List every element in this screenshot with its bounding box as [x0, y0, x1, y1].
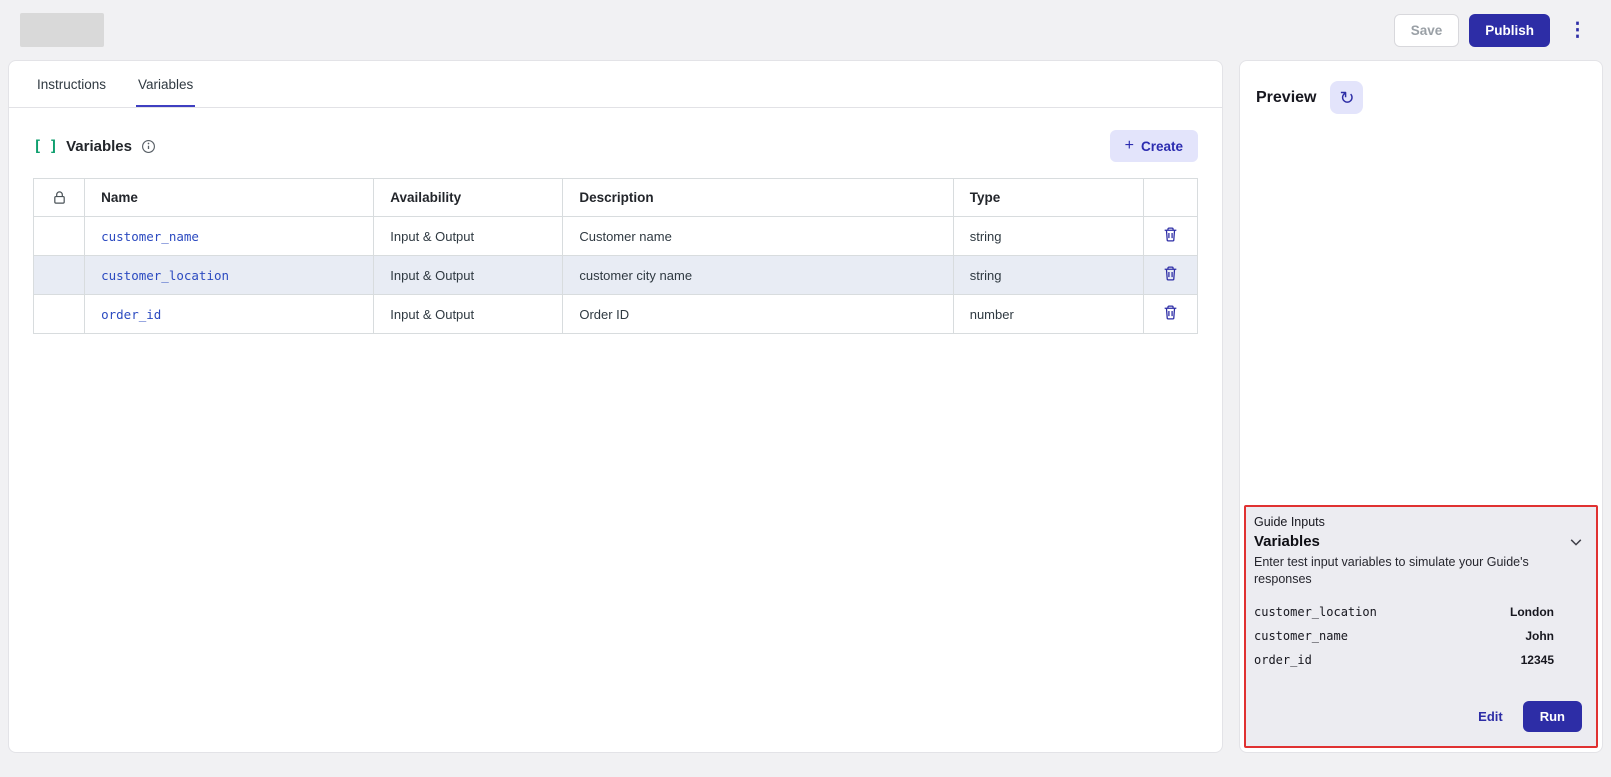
column-header-name: Name	[85, 179, 374, 217]
edit-link[interactable]: Edit	[1478, 709, 1503, 724]
type-cell: string	[953, 256, 1143, 295]
chevron-down-icon[interactable]	[1568, 534, 1588, 550]
availability-cell: Input & Output	[374, 256, 563, 295]
field-key: order_id	[1254, 653, 1312, 667]
tab-instructions[interactable]: Instructions	[35, 61, 108, 107]
delete-variable-button[interactable]	[1160, 263, 1181, 287]
guide-inputs-box: Guide Inputs Variables Enter test input …	[1244, 505, 1598, 748]
table-row: customer_name Input & Output Customer na…	[34, 217, 1198, 256]
variable-name-link[interactable]: order_id	[101, 307, 161, 322]
run-button[interactable]: Run	[1523, 701, 1582, 732]
column-header-type: Type	[953, 179, 1143, 217]
variable-name-link[interactable]: customer_name	[101, 229, 199, 244]
topbar: Save Publish ⋮	[0, 0, 1611, 60]
create-button-label: Create	[1141, 139, 1183, 154]
variables-section-header: [ ] Variables + Create	[9, 108, 1222, 178]
publish-button[interactable]: Publish	[1469, 14, 1550, 47]
trash-icon	[1162, 226, 1179, 246]
preview-empty-area	[1244, 122, 1598, 505]
row-actions-cell	[1143, 295, 1197, 334]
delete-variable-button[interactable]	[1160, 224, 1181, 248]
app-logo-placeholder	[20, 13, 104, 47]
refresh-button[interactable]: ↻	[1330, 81, 1363, 114]
field-key: customer_location	[1254, 605, 1377, 619]
preview-panel: Preview ↻ Guide Inputs Variables Enter t…	[1239, 60, 1603, 753]
type-cell: string	[953, 217, 1143, 256]
field-value[interactable]: John	[1525, 629, 1554, 643]
field-value[interactable]: London	[1510, 605, 1554, 619]
create-variable-button[interactable]: + Create	[1110, 130, 1198, 162]
description-cell: Customer name	[563, 217, 953, 256]
table-row: order_id Input & Output Order ID number	[34, 295, 1198, 334]
guide-inputs-heading: Variables	[1254, 533, 1320, 550]
tabbar: Instructions Variables	[9, 61, 1222, 108]
field-key: customer_name	[1254, 629, 1348, 643]
description-cell: customer city name	[563, 256, 953, 295]
field-value[interactable]: 12345	[1521, 653, 1554, 667]
variable-name-link[interactable]: customer_location	[101, 268, 229, 283]
description-cell: Order ID	[563, 295, 953, 334]
editor-card: Instructions Variables [ ] Variables + C…	[8, 60, 1223, 753]
guide-inputs-description: Enter test input variables to simulate y…	[1254, 554, 1564, 600]
save-button[interactable]: Save	[1394, 14, 1460, 47]
page-content: Instructions Variables [ ] Variables + C…	[0, 60, 1611, 765]
row-actions-cell	[1143, 217, 1197, 256]
guide-inputs-heading-row: Variables	[1254, 533, 1588, 554]
plus-icon: +	[1125, 138, 1134, 154]
column-header-availability: Availability	[374, 179, 563, 217]
guide-inputs-kicker: Guide Inputs	[1254, 515, 1588, 533]
lock-column-header	[34, 179, 85, 217]
tab-variables[interactable]: Variables	[136, 61, 195, 107]
kebab-menu-icon[interactable]: ⋮	[1560, 21, 1595, 40]
preview-title: Preview	[1256, 89, 1316, 107]
variable-name-cell: order_id	[85, 295, 374, 334]
info-icon[interactable]	[141, 139, 156, 154]
input-field-row: customer_location London	[1254, 600, 1588, 624]
lock-icon	[52, 190, 67, 205]
input-field-row: order_id 12345	[1254, 648, 1588, 672]
table-row: customer_location Input & Output custome…	[34, 256, 1198, 295]
trash-icon	[1162, 304, 1179, 324]
availability-cell: Input & Output	[374, 295, 563, 334]
table-header-row: Name Availability Description Type	[34, 179, 1198, 217]
type-cell: number	[953, 295, 1143, 334]
variable-name-cell: customer_name	[85, 217, 374, 256]
variables-table: Name Availability Description Type custo…	[33, 178, 1198, 334]
row-lock-cell	[34, 217, 85, 256]
topbar-actions: Save Publish ⋮	[1394, 14, 1595, 47]
brackets-icon: [ ]	[33, 137, 57, 155]
preview-header: Preview ↻	[1244, 65, 1598, 122]
variable-name-cell: customer_location	[85, 256, 374, 295]
row-lock-cell	[34, 256, 85, 295]
delete-variable-button[interactable]	[1160, 302, 1181, 326]
column-header-description: Description	[563, 179, 953, 217]
guide-inputs-actions: Edit Run	[1254, 691, 1588, 734]
column-header-actions	[1143, 179, 1197, 217]
row-actions-cell	[1143, 256, 1197, 295]
input-field-row: customer_name John	[1254, 624, 1588, 648]
availability-cell: Input & Output	[374, 217, 563, 256]
trash-icon	[1162, 265, 1179, 285]
section-title: Variables	[66, 138, 132, 155]
row-lock-cell	[34, 295, 85, 334]
refresh-icon: ↻	[1339, 89, 1354, 107]
